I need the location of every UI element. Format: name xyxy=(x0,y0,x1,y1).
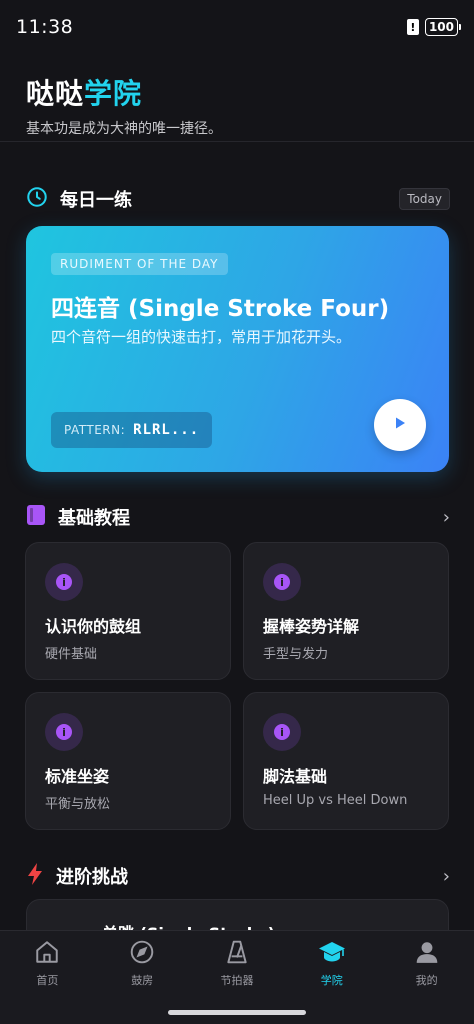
play-button[interactable] xyxy=(374,399,426,451)
page-header: 哒哒学院 基本功是成为大神的唯一捷径。 xyxy=(26,72,222,138)
nav-label: 学院 xyxy=(320,974,343,987)
tutorial-tile[interactable]: i 标准坐姿 平衡与放松 xyxy=(25,692,231,830)
pattern-label: PATTERN: xyxy=(64,423,126,437)
basics-section-title: 基础教程 xyxy=(58,508,130,529)
battery-level: 100 xyxy=(428,20,454,34)
battery-icon: 100 xyxy=(424,18,462,36)
clock-icon xyxy=(26,186,48,212)
info-icon-glyph: i xyxy=(56,724,72,740)
status-icons: ! 100 xyxy=(406,18,462,36)
lightning-icon xyxy=(26,862,44,890)
tutorial-tile[interactable]: i 脚法基础 Heel Up vs Heel Down xyxy=(243,692,449,830)
tile-title: 认识你的鼓组 xyxy=(45,617,142,636)
status-bar: 11:38 ! 100 xyxy=(0,0,474,54)
info-icon: i xyxy=(263,563,301,601)
advanced-section-header[interactable]: 进阶挑战 › xyxy=(26,862,450,890)
info-icon: i xyxy=(263,713,301,751)
nav-label: 鼓房 xyxy=(131,974,154,987)
pattern-box: PATTERN: RLRL... xyxy=(51,412,212,448)
status-time: 11:38 xyxy=(16,16,74,38)
alert-icon: ! xyxy=(406,19,419,35)
info-icon-glyph: i xyxy=(274,724,290,740)
compass-icon xyxy=(129,939,155,969)
nav-item-profile[interactable]: 我的 xyxy=(380,939,474,1024)
rudiment-title: 四连音 (Single Stroke Four) xyxy=(51,296,390,322)
info-icon: i xyxy=(45,563,83,601)
chevron-right-icon[interactable]: › xyxy=(443,866,450,887)
basics-section-header[interactable]: 基础教程 › xyxy=(26,504,450,530)
pattern-value: RLRL... xyxy=(133,422,200,438)
info-icon: i xyxy=(45,713,83,751)
today-badge: Today xyxy=(399,188,450,210)
home-icon xyxy=(34,939,60,969)
page-subtitle: 基本功是成为大神的唯一捷径。 xyxy=(26,121,222,137)
info-icon-glyph: i xyxy=(56,574,72,590)
advanced-section-title: 进阶挑战 xyxy=(56,867,128,888)
metronome-icon xyxy=(224,939,250,969)
tutorial-tile[interactable]: i 认识你的鼓组 硬件基础 xyxy=(25,542,231,680)
nav-label: 节拍器 xyxy=(220,974,254,987)
tile-subtitle: 手型与发力 xyxy=(263,647,329,662)
user-icon xyxy=(414,939,440,969)
book-icon xyxy=(26,504,46,530)
daily-rudiment-card[interactable]: RUDIMENT OF THE DAY 四连音 (Single Stroke F… xyxy=(26,226,449,472)
graduation-cap-icon xyxy=(318,939,346,969)
tile-subtitle: Heel Up vs Heel Down xyxy=(263,793,408,808)
nav-item-home[interactable]: 首页 xyxy=(0,939,94,1024)
rudiment-description: 四个音符一组的快速击打，常用于加花开头。 xyxy=(51,328,352,346)
daily-section-title: 每日一练 xyxy=(60,190,132,211)
home-indicator[interactable] xyxy=(168,1010,306,1015)
tile-title: 标准坐姿 xyxy=(45,767,110,786)
header-divider xyxy=(0,141,474,142)
play-icon xyxy=(392,415,408,435)
nav-label: 首页 xyxy=(36,974,59,987)
page-title-part2: 学院 xyxy=(84,77,143,110)
tile-title: 脚法基础 xyxy=(263,767,328,786)
tile-title: 握棒姿势详解 xyxy=(263,617,360,636)
page-title: 哒哒学院 xyxy=(26,72,222,112)
tile-subtitle: 平衡与放松 xyxy=(45,797,111,812)
page-title-part1: 哒哒 xyxy=(26,77,85,110)
tutorial-tile[interactable]: i 握棒姿势详解 手型与发力 xyxy=(243,542,449,680)
nav-label: 我的 xyxy=(415,974,438,987)
chevron-right-icon[interactable]: › xyxy=(443,507,450,528)
rudiment-tag: RUDIMENT OF THE DAY xyxy=(51,253,228,275)
tile-subtitle: 硬件基础 xyxy=(45,647,98,662)
info-icon-glyph: i xyxy=(274,574,290,590)
daily-section-header: 每日一练 Today xyxy=(26,186,450,212)
